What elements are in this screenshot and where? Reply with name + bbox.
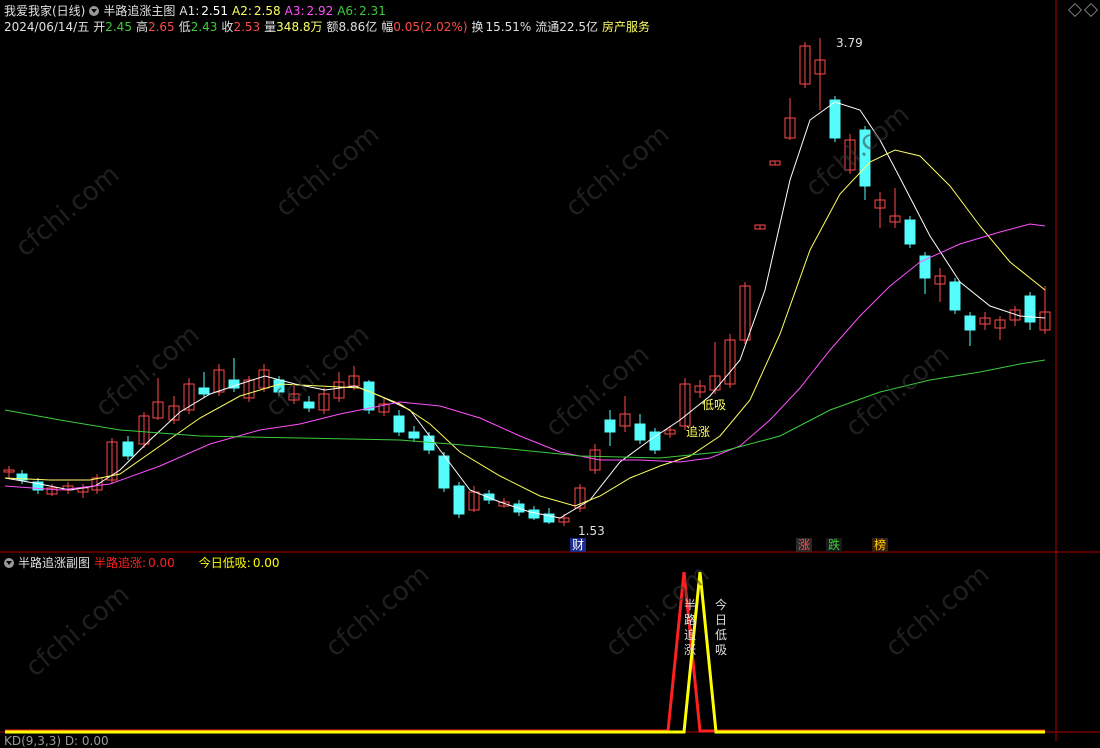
zhuizhang-signal: 追涨 (686, 425, 711, 439)
change-label: 幅 (381, 20, 394, 34)
a1-label: A1: (179, 3, 200, 18)
kd-header-text[interactable]: KD(9,3,3) D: 0.00 (4, 734, 109, 748)
sub-indicator-menu-icon[interactable] (4, 557, 14, 568)
a6-value: 2.31 (359, 3, 386, 18)
candle-body (393, 415, 405, 433)
turnover-label: 换 (471, 20, 484, 34)
high-value: 2.65 (147, 19, 175, 34)
turnover-value: 15.51% (485, 19, 532, 34)
industry-label[interactable]: 房产服务 (602, 18, 650, 35)
signal-label-dixi: 今日低吸 (715, 598, 728, 657)
low-value: 2.43 (190, 19, 218, 34)
limit-up-badge[interactable]: 涨 (796, 538, 813, 552)
signal-label-zhuizhang: 半路追涨 (684, 598, 697, 657)
candle-body (122, 441, 134, 457)
finance-badge[interactable]: 财 (570, 538, 587, 552)
float-label: 流通 (535, 20, 560, 34)
signal-dixi-line (5, 571, 1045, 734)
candle-body (303, 401, 315, 409)
ma-line-1 (4, 101, 1046, 519)
a3-label: A3: (284, 3, 305, 18)
candle-body (949, 281, 961, 311)
s2-value: 0.00 (252, 555, 280, 570)
quote-date: 2024/06/14/五 (4, 20, 90, 34)
candle-body (634, 423, 646, 441)
quote-bar: 2024/06/14/五 开 2.45 高 2.65 低 2.43 收 2.53… (4, 18, 654, 35)
open-value: 2.45 (105, 19, 132, 34)
candle-body (904, 219, 916, 245)
open-label: 开 (93, 20, 106, 34)
high-label: 高 (135, 20, 148, 34)
amount-label: 额 (326, 20, 339, 34)
dixi-signal: 低吸 (702, 398, 727, 412)
stock-title[interactable]: 我爱我家(日线) (4, 2, 85, 19)
indicator-name[interactable]: 半路追涨主图 (103, 2, 175, 19)
candle-body (829, 99, 841, 139)
volume-label: 量 (264, 20, 277, 34)
candle-body (964, 315, 976, 331)
kd-panel-header: KD(9,3,3) D: 0.00 (4, 734, 113, 748)
limit-down-badge[interactable]: 跌 (826, 538, 843, 552)
a2-label: A2: (232, 3, 252, 18)
volume-value: 348.8万 (276, 20, 323, 34)
s2-label: 今日低吸: (198, 556, 251, 570)
amount-value: 8.86亿 (338, 20, 378, 34)
candle-body (363, 381, 375, 411)
main-header: 我爱我家(日线) 半路追涨主图 A1: 2.51 A2: 2.58 A3: 2.… (4, 2, 390, 19)
candle-body (1024, 295, 1036, 323)
sub-panel-header: 半路追涨副图 半路追涨: 0.00 今日低吸: 0.00 (4, 554, 284, 571)
a1-value: 2.51 (201, 3, 228, 18)
indicator-menu-icon[interactable] (89, 5, 100, 16)
a2-value: 2.58 (253, 3, 281, 18)
s1-label: 半路追涨: (94, 556, 147, 570)
sub-indicator-name[interactable]: 半路追涨副图 (18, 554, 90, 571)
low-label: 低 (178, 20, 191, 34)
close-label: 收 (221, 20, 234, 34)
change-value: 0.05(2.02%) (393, 19, 468, 34)
candle-body (453, 485, 465, 515)
a3-value: 2.92 (306, 3, 334, 18)
ma-line-2 (4, 149, 1046, 507)
high-price-label: 3.79 (836, 36, 863, 50)
dragon-tiger-badge[interactable]: 榜 (872, 538, 889, 552)
candle-body (198, 387, 210, 395)
candle-body (408, 431, 420, 439)
close-value: 2.53 (233, 19, 261, 34)
low-price-label: 1.53 (578, 524, 605, 538)
candle-body (604, 419, 616, 433)
s1-value: 0.00 (148, 555, 175, 570)
float-value: 22.5亿 (559, 20, 599, 34)
a6-label: A6: (337, 3, 358, 18)
